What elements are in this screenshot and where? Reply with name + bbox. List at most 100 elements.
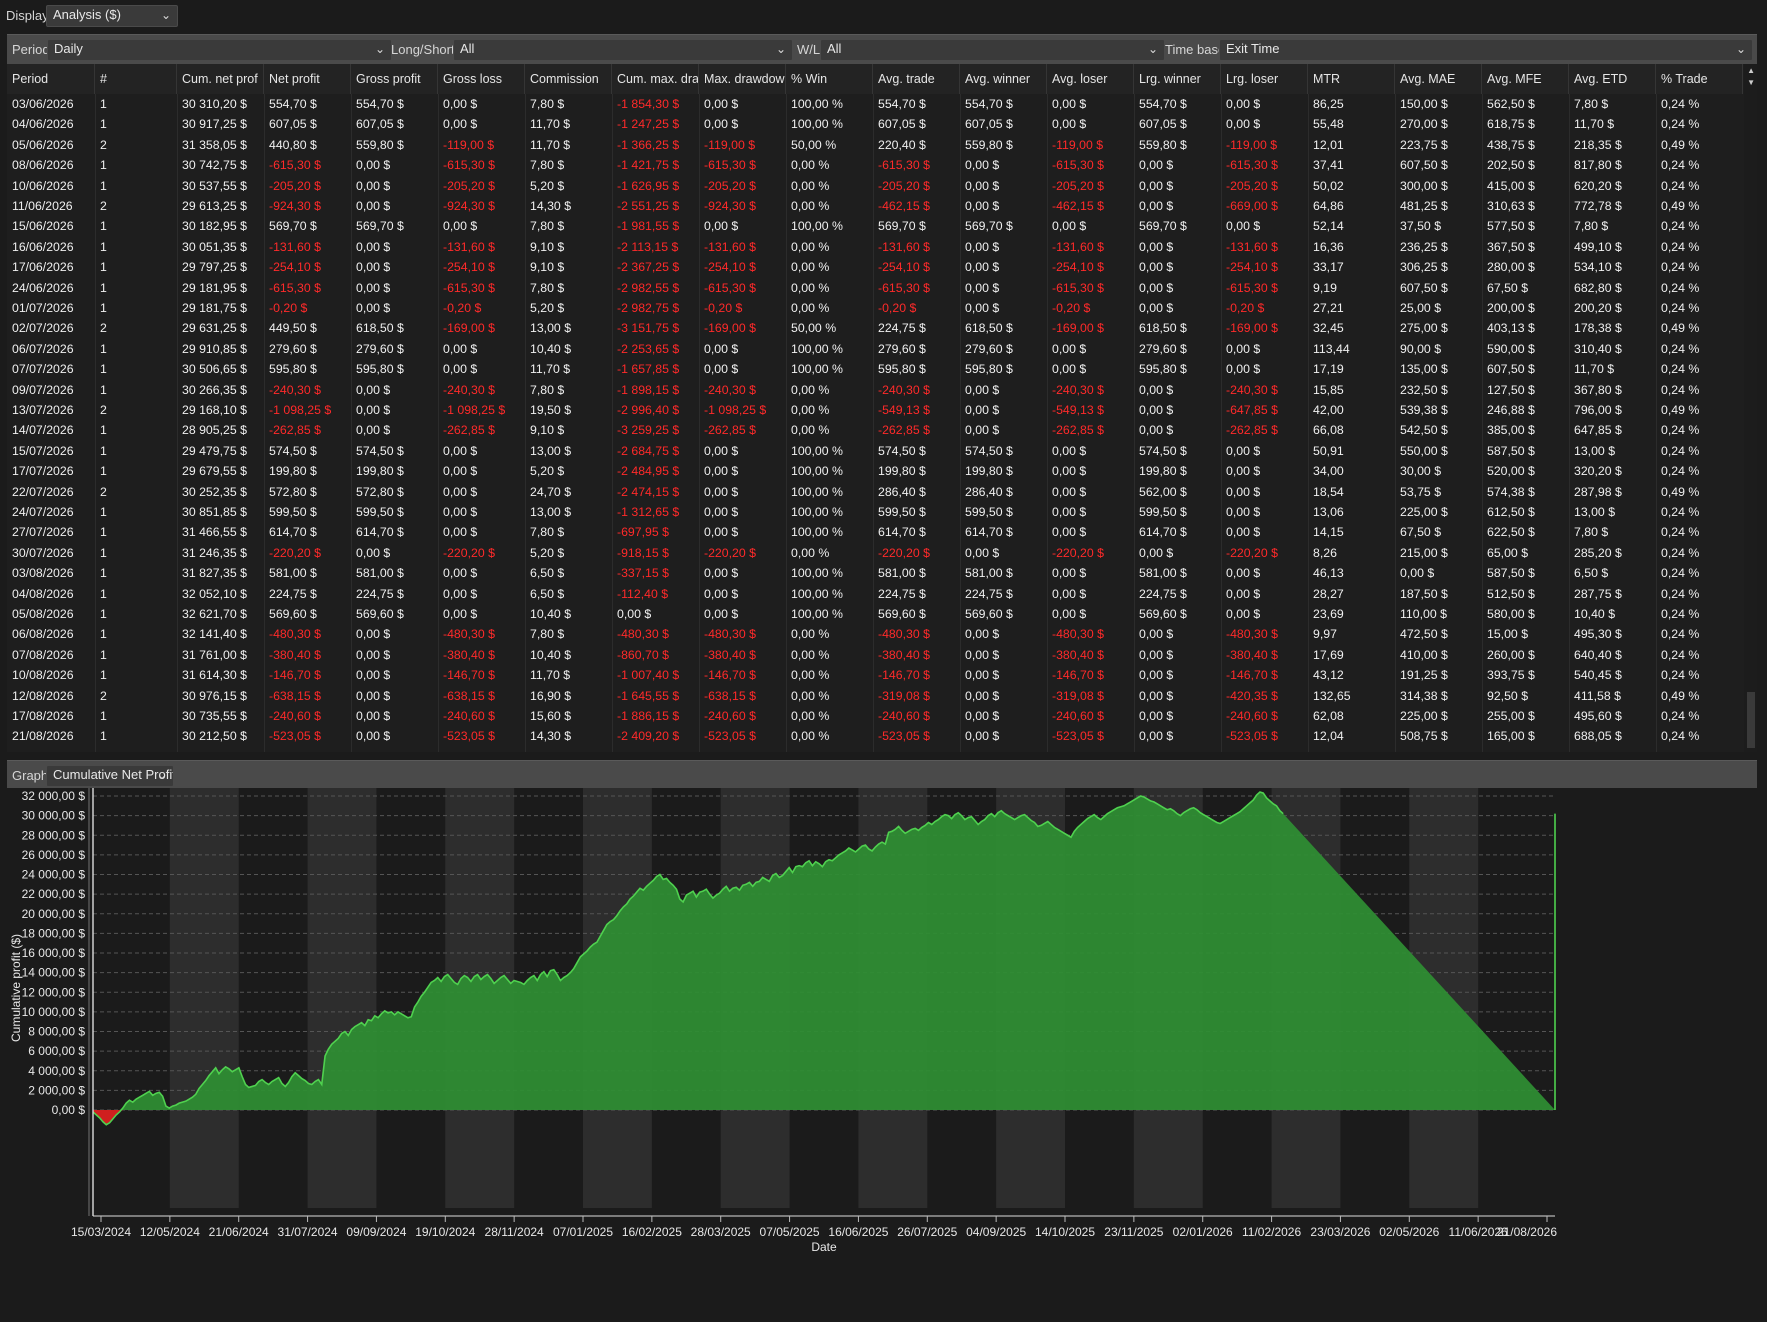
table-cell: 0,00 $ bbox=[443, 362, 478, 377]
table-cell: 574,50 $ bbox=[356, 443, 404, 458]
table-cell: 0,00 $ bbox=[965, 260, 1000, 275]
table-cell: 202,50 $ bbox=[1487, 158, 1535, 173]
column-header[interactable]: % Win bbox=[786, 64, 873, 94]
column-header[interactable]: Lrg. winner bbox=[1134, 64, 1221, 94]
table-cell: -262,85 $ bbox=[1052, 423, 1104, 438]
table-cell: 199,80 $ bbox=[1139, 464, 1187, 479]
table-cell: 02/07/2026 bbox=[12, 321, 74, 336]
table-cell: 7,80 $ bbox=[1574, 525, 1609, 540]
table-cell: 320,20 $ bbox=[1574, 464, 1622, 479]
column-header[interactable]: Avg. winner bbox=[960, 64, 1047, 94]
column-header[interactable]: MTR bbox=[1308, 64, 1395, 94]
table-cell: -3 259,25 $ bbox=[617, 423, 680, 438]
table-cell: 574,50 $ bbox=[965, 443, 1013, 458]
table-cell: 0,00 $ bbox=[1139, 178, 1174, 193]
table-cell: 0,00 $ bbox=[965, 627, 1000, 642]
table-cell: -1 421,75 $ bbox=[617, 158, 680, 173]
column-header[interactable]: Gross profit bbox=[351, 64, 438, 94]
column-divider bbox=[264, 94, 265, 752]
table-cell: 595,80 $ bbox=[269, 362, 317, 377]
scroll-up-icon[interactable]: ▲ bbox=[1747, 66, 1755, 75]
table-cell: 1 bbox=[100, 362, 107, 377]
table-cell: 0,24 % bbox=[1661, 647, 1700, 662]
table-cell: 0,00 $ bbox=[704, 362, 739, 377]
table-cell: 0,00 $ bbox=[356, 199, 391, 213]
table-cell: 595,80 $ bbox=[965, 362, 1013, 377]
column-header[interactable]: Gross loss bbox=[438, 64, 525, 94]
table-cell: -0,20 $ bbox=[443, 301, 482, 315]
column-header[interactable]: Avg. ETD bbox=[1569, 64, 1656, 94]
scrollbar-thumb[interactable] bbox=[1747, 692, 1755, 748]
table-cell: 0,24 % bbox=[1661, 464, 1700, 479]
y-axis-label: Cumulative profit ($) bbox=[9, 934, 23, 1042]
scroll-down-icon[interactable]: ▼ bbox=[1747, 78, 1755, 87]
period-select[interactable]: Daily ⌄ bbox=[47, 39, 392, 61]
wl-select[interactable]: All ⌄ bbox=[820, 39, 1165, 61]
table-cell: -480,30 $ bbox=[878, 627, 930, 642]
table-cell: 595,80 $ bbox=[1139, 362, 1187, 377]
table-cell: -240,60 $ bbox=[269, 709, 321, 723]
column-header[interactable]: Avg. trade bbox=[873, 64, 960, 94]
table-scrollbar[interactable]: ▲ ▼ bbox=[1744, 64, 1757, 752]
table-cell: 286,40 $ bbox=[878, 484, 926, 499]
table-cell: 0,00 $ bbox=[704, 505, 739, 519]
y-tick-label: 28 000,00 $ bbox=[22, 828, 86, 842]
table-cell: 574,50 $ bbox=[1139, 443, 1187, 458]
table-cell: -262,85 $ bbox=[1226, 423, 1278, 438]
column-header[interactable]: % Trade bbox=[1656, 64, 1743, 94]
table-cell: 618,75 $ bbox=[1487, 117, 1535, 132]
table-cell: 29 613,25 $ bbox=[182, 199, 247, 213]
table-cell: 0,00 $ bbox=[965, 403, 1000, 417]
graph-select[interactable]: Cumulative Net Profit ⌄ bbox=[46, 765, 174, 787]
column-divider bbox=[1395, 94, 1396, 752]
table-cell: 688,05 $ bbox=[1574, 729, 1622, 744]
column-header[interactable]: Avg. MAE bbox=[1395, 64, 1482, 94]
table-cell: 37,41 bbox=[1313, 158, 1344, 173]
table-cell: 0,24 % bbox=[1661, 117, 1700, 132]
table-cell: 569,70 $ bbox=[965, 219, 1013, 234]
table-cell: -240,60 $ bbox=[878, 709, 930, 723]
table-cell: 30 252,35 $ bbox=[182, 484, 247, 499]
column-divider bbox=[438, 94, 439, 752]
column-header[interactable]: Max. drawdow bbox=[699, 64, 786, 94]
table-cell: 12,04 bbox=[1313, 729, 1344, 744]
table-cell: 0,24 % bbox=[1661, 443, 1700, 458]
column-header[interactable]: Avg. MFE bbox=[1482, 64, 1569, 94]
column-header[interactable]: Avg. loser bbox=[1047, 64, 1134, 94]
column-header[interactable]: Commission bbox=[525, 64, 612, 94]
table-cell: 0,00 $ bbox=[1052, 464, 1087, 479]
column-header[interactable]: # bbox=[95, 64, 177, 94]
table-cell: 0,24 % bbox=[1661, 239, 1700, 254]
table-cell: 0,24 % bbox=[1661, 341, 1700, 356]
table-cell: 310,40 $ bbox=[1574, 341, 1622, 356]
table-cell: 0,24 % bbox=[1661, 382, 1700, 397]
column-header[interactable]: Cum. max. dra bbox=[612, 64, 699, 94]
table-cell: 0,00 $ bbox=[1226, 219, 1261, 234]
table-cell: -254,10 $ bbox=[269, 260, 321, 275]
table-cell: 03/08/2026 bbox=[12, 566, 74, 581]
table-cell: 29 181,75 $ bbox=[182, 301, 247, 315]
y-tick-label: 30 000,00 $ bbox=[22, 809, 86, 823]
x-tick-label: 14/10/2025 bbox=[1035, 1225, 1095, 1239]
column-header[interactable]: Lrg. loser bbox=[1221, 64, 1308, 94]
display-select[interactable]: Analysis ($) ⌄ bbox=[46, 5, 178, 27]
longshort-select[interactable]: All ⌄ bbox=[453, 39, 793, 61]
table-cell: 595,80 $ bbox=[878, 362, 926, 377]
table-cell: 06/07/2026 bbox=[12, 341, 74, 356]
table-cell: 14,15 bbox=[1313, 525, 1344, 540]
table-cell: 569,60 $ bbox=[269, 607, 317, 621]
table-cell: 11/06/2026 bbox=[12, 199, 73, 213]
column-header[interactable]: Cum. net prof bbox=[177, 64, 264, 94]
table-cell: 9,10 $ bbox=[530, 239, 565, 254]
table-cell: -2 684,75 $ bbox=[617, 443, 680, 458]
timebase-select[interactable]: Exit Time ⌄ bbox=[1219, 39, 1753, 61]
table-cell: 1 bbox=[100, 627, 107, 642]
column-header[interactable]: Period bbox=[7, 64, 95, 94]
column-header[interactable]: Net profit bbox=[264, 64, 351, 94]
table-cell: -1 854,30 $ bbox=[617, 97, 680, 111]
y-tick-label: 2 000,00 $ bbox=[28, 1083, 85, 1097]
table-cell: 0,00 $ bbox=[704, 566, 739, 581]
table-cell: 562,00 $ bbox=[1139, 484, 1187, 499]
table-cell: 0,00 % bbox=[791, 158, 830, 173]
table-cell: -220,20 $ bbox=[1226, 545, 1278, 560]
